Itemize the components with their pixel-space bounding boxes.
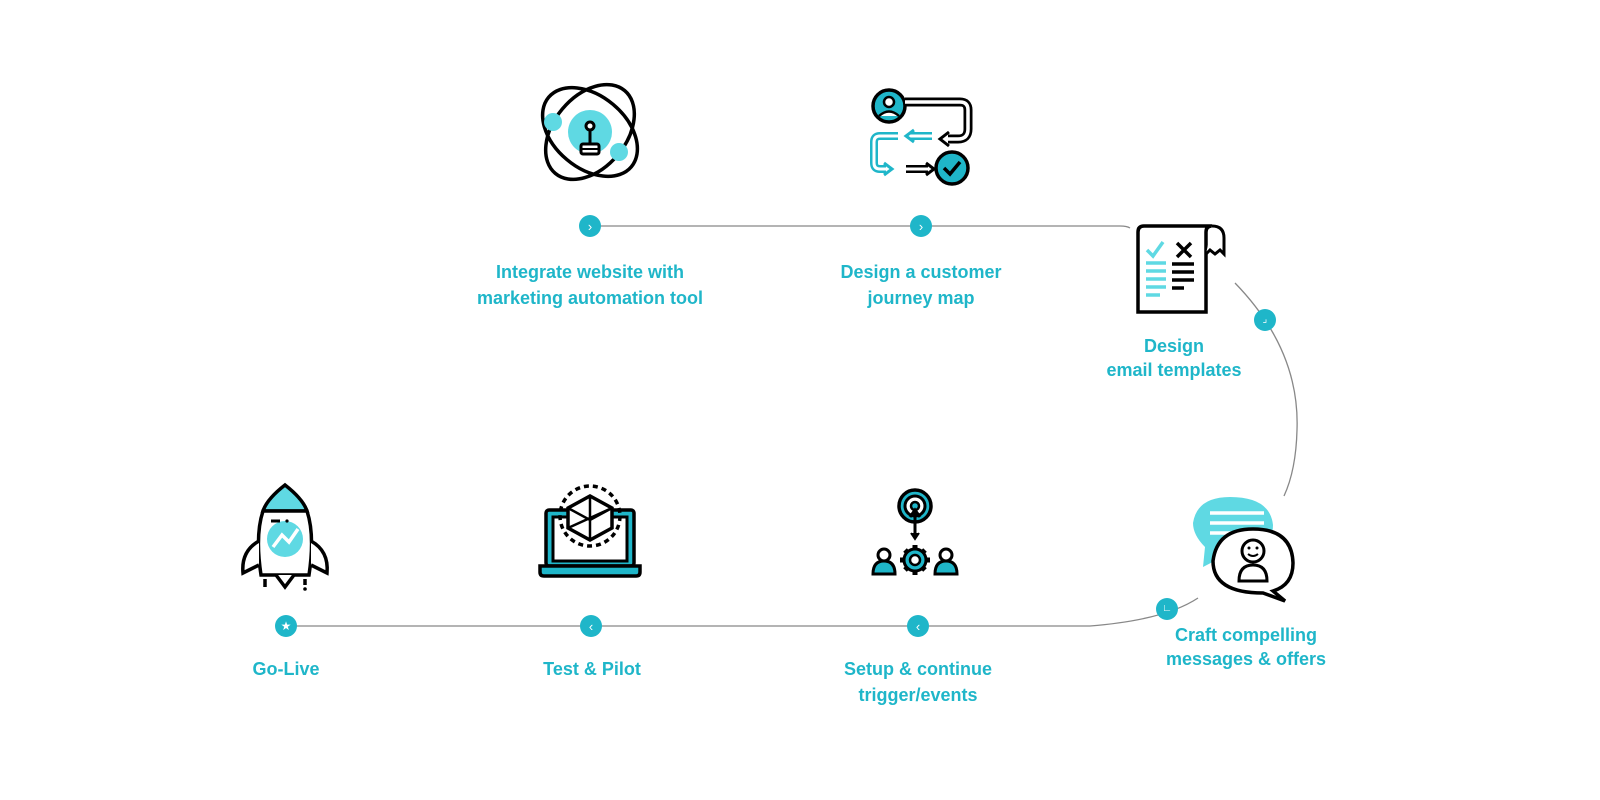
- step-label-line: marketing automation tool: [476, 288, 704, 308]
- target-gear-users-icon: [871, 488, 959, 576]
- step-label-line: Go-Live: [252, 659, 320, 679]
- chevron-right-icon: ›: [587, 218, 593, 234]
- step-label-golive: Go-Live: [252, 656, 319, 682]
- step-label-integrate: Integrate website with marketing automat…: [477, 259, 703, 311]
- step-label-line: messages & offers: [1165, 649, 1327, 669]
- step-label-line: journey map: [867, 288, 975, 308]
- step-label-triggers: Setup & continue trigger/events: [844, 656, 992, 708]
- step-marker-email[interactable]: ⌟: [1254, 309, 1276, 331]
- step-label-line: Craft compelling: [1174, 625, 1318, 645]
- step-marker-messages[interactable]: ∟: [1156, 598, 1178, 620]
- rocket-icon: [241, 482, 329, 591]
- process-path: [241, 82, 1298, 627]
- step-label-line: Test & Pilot: [543, 659, 641, 679]
- step-marker-triggers[interactable]: ‹: [907, 615, 929, 637]
- email-template-document-icon: [1136, 224, 1226, 314]
- chevron-left-icon: ‹: [588, 618, 594, 634]
- step-label-line: Design: [1143, 336, 1204, 356]
- step-marker-journey[interactable]: ›: [910, 215, 932, 237]
- star-icon: ★: [280, 619, 292, 633]
- step-label-line: Setup & continue: [844, 659, 992, 679]
- customer-journey-flow-icon: [870, 88, 973, 186]
- step-marker-test[interactable]: ‹: [580, 615, 602, 637]
- path-line-top: [590, 225, 1131, 229]
- atom-lightbulb-icon: [540, 82, 640, 182]
- step-label-line: trigger/events: [858, 685, 978, 705]
- step-label-line: Integrate website with: [495, 262, 685, 282]
- chevron-left-down-icon: ∟: [1162, 603, 1172, 614]
- chat-bubbles-user-icon: [1193, 497, 1295, 603]
- step-marker-integrate[interactable]: ›: [579, 215, 601, 237]
- step-label-messages: Craft compelling messages & offers: [1166, 623, 1326, 671]
- path-line-bottom: [286, 597, 1199, 627]
- step-label-line: email templates: [1106, 360, 1242, 380]
- chevron-down-icon: ⌟: [1262, 314, 1268, 325]
- step-label-line: Design a customer: [840, 262, 1002, 282]
- step-marker-golive[interactable]: ★: [275, 615, 297, 637]
- chevron-left-icon: ‹: [915, 618, 921, 634]
- laptop-3d-box-icon: [538, 484, 642, 578]
- step-label-email: Design email templates: [1106, 334, 1241, 382]
- chevron-right-icon: ›: [918, 218, 924, 234]
- step-label-journey: Design a customer journey map: [840, 259, 1001, 311]
- step-label-test: Test & Pilot: [543, 656, 641, 682]
